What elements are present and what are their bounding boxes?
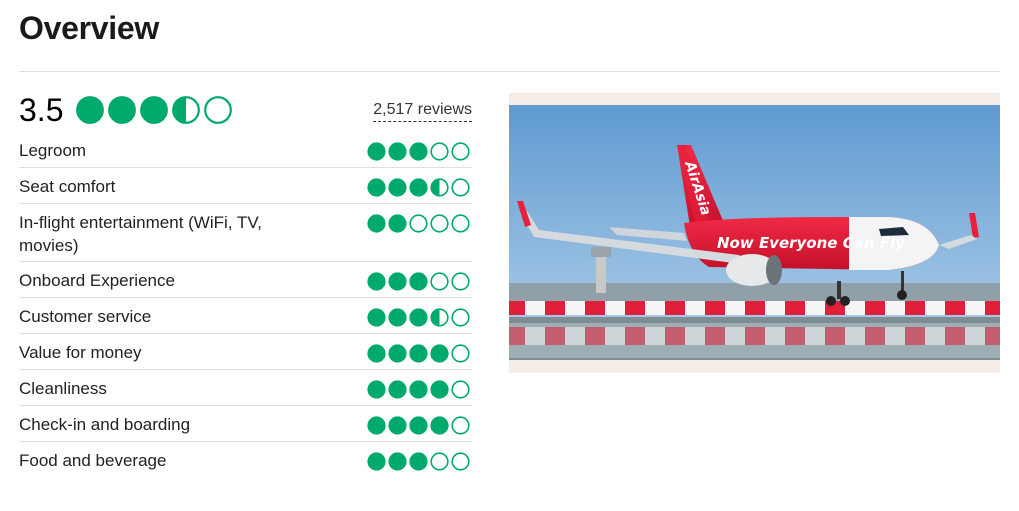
rating-row: Customer service bbox=[19, 298, 472, 334]
bubble-empty-icon bbox=[451, 214, 470, 233]
bubble-empty-icon bbox=[430, 272, 449, 291]
bubble-full-icon bbox=[367, 416, 386, 435]
bubble-empty-icon bbox=[430, 452, 449, 471]
bubble-full-icon bbox=[367, 272, 386, 291]
bubble-full-icon bbox=[409, 416, 428, 435]
bubble-full-icon bbox=[388, 178, 407, 197]
rating-row: Food and beverage bbox=[19, 442, 472, 478]
rating-bubbles bbox=[367, 452, 470, 471]
rating-bubbles bbox=[367, 380, 470, 399]
bubble-full-icon bbox=[409, 452, 428, 471]
rating-bubbles bbox=[367, 272, 470, 291]
bubble-half-icon bbox=[172, 96, 200, 124]
rating-row: Seat comfort bbox=[19, 168, 472, 204]
divider bbox=[19, 71, 1000, 72]
rating-row: In-flight entertainment (WiFi, TV, movie… bbox=[19, 204, 472, 262]
rating-category-label: Customer service bbox=[19, 307, 152, 326]
bubble-full-icon bbox=[430, 380, 449, 399]
bubble-full-icon bbox=[388, 380, 407, 399]
bubble-full-icon bbox=[140, 96, 168, 124]
bubble-full-icon bbox=[388, 142, 407, 161]
reviews-count-link[interactable]: 2,517 reviews bbox=[373, 101, 472, 122]
rating-summary: 3.5 2,517 reviews bbox=[19, 90, 472, 130]
bubble-full-icon bbox=[409, 272, 428, 291]
rating-category-label: Food and beverage bbox=[19, 451, 167, 470]
bubble-empty-icon bbox=[204, 96, 232, 124]
rating-category-label: Legroom bbox=[19, 141, 87, 160]
bubble-full-icon bbox=[388, 214, 407, 233]
bubble-half-icon bbox=[430, 178, 449, 197]
overall-score: 3.5 bbox=[19, 92, 64, 128]
bubble-full-icon bbox=[367, 308, 386, 327]
livery-text: Now Everyone Can Fly bbox=[717, 234, 906, 252]
rating-row: Value for money bbox=[19, 334, 472, 370]
bubble-empty-icon bbox=[451, 308, 470, 327]
rating-category-label: Value for money bbox=[19, 343, 142, 362]
bubble-full-icon bbox=[388, 416, 407, 435]
bubble-full-icon bbox=[388, 452, 407, 471]
overall-rating-bubbles bbox=[76, 96, 232, 124]
bubble-full-icon bbox=[409, 308, 428, 327]
bubble-full-icon bbox=[367, 344, 386, 363]
bubble-full-icon bbox=[388, 272, 407, 291]
bubble-empty-icon bbox=[451, 416, 470, 435]
rating-bubbles bbox=[367, 214, 470, 233]
rating-row: Legroom bbox=[19, 132, 472, 168]
rating-category-label: In-flight entertainment (WiFi, TV, movie… bbox=[19, 213, 262, 255]
bubble-empty-icon bbox=[451, 178, 470, 197]
bubble-full-icon bbox=[367, 452, 386, 471]
rating-bubbles bbox=[367, 178, 470, 197]
rating-category-label: Check-in and boarding bbox=[19, 415, 191, 434]
rating-category-label: Onboard Experience bbox=[19, 271, 175, 290]
bubble-full-icon bbox=[409, 142, 428, 161]
bubble-empty-icon bbox=[451, 380, 470, 399]
rating-bubbles bbox=[367, 308, 470, 327]
bubble-full-icon bbox=[367, 214, 386, 233]
rating-bubbles bbox=[367, 344, 470, 363]
bubble-full-icon bbox=[430, 344, 449, 363]
rating-bubbles bbox=[367, 416, 470, 435]
bubble-full-icon bbox=[76, 96, 104, 124]
bubble-full-icon bbox=[409, 380, 428, 399]
page-title: Overview bbox=[19, 10, 159, 46]
bubble-empty-icon bbox=[409, 214, 428, 233]
rating-row: Cleanliness bbox=[19, 370, 472, 406]
bubble-empty-icon bbox=[451, 142, 470, 161]
bubble-full-icon bbox=[367, 142, 386, 161]
category-ratings-list: Legroom Seat comfort In-flight entertainme… bbox=[19, 132, 472, 478]
bubble-empty-icon bbox=[451, 452, 470, 471]
bubble-half-icon bbox=[430, 308, 449, 327]
bubble-empty-icon bbox=[430, 214, 449, 233]
bubble-full-icon bbox=[409, 344, 428, 363]
bubble-full-icon bbox=[388, 344, 407, 363]
airplane-photo[interactable]: Now Everyone Can Fly AirAsia bbox=[509, 93, 1000, 373]
rating-category-label: Cleanliness bbox=[19, 379, 107, 398]
rating-category-label: Seat comfort bbox=[19, 177, 116, 196]
bubble-empty-icon bbox=[451, 272, 470, 291]
rating-row: Onboard Experience bbox=[19, 262, 472, 298]
bubble-full-icon bbox=[367, 380, 386, 399]
airplane-image: Now Everyone Can Fly AirAsia bbox=[509, 105, 1000, 360]
rating-bubbles bbox=[367, 142, 470, 161]
bubble-empty-icon bbox=[451, 344, 470, 363]
bubble-full-icon bbox=[409, 178, 428, 197]
bubble-empty-icon bbox=[430, 142, 449, 161]
bubble-full-icon bbox=[430, 416, 449, 435]
rating-row: Check-in and boarding bbox=[19, 406, 472, 442]
bubble-full-icon bbox=[388, 308, 407, 327]
bubble-full-icon bbox=[108, 96, 136, 124]
bubble-full-icon bbox=[367, 178, 386, 197]
